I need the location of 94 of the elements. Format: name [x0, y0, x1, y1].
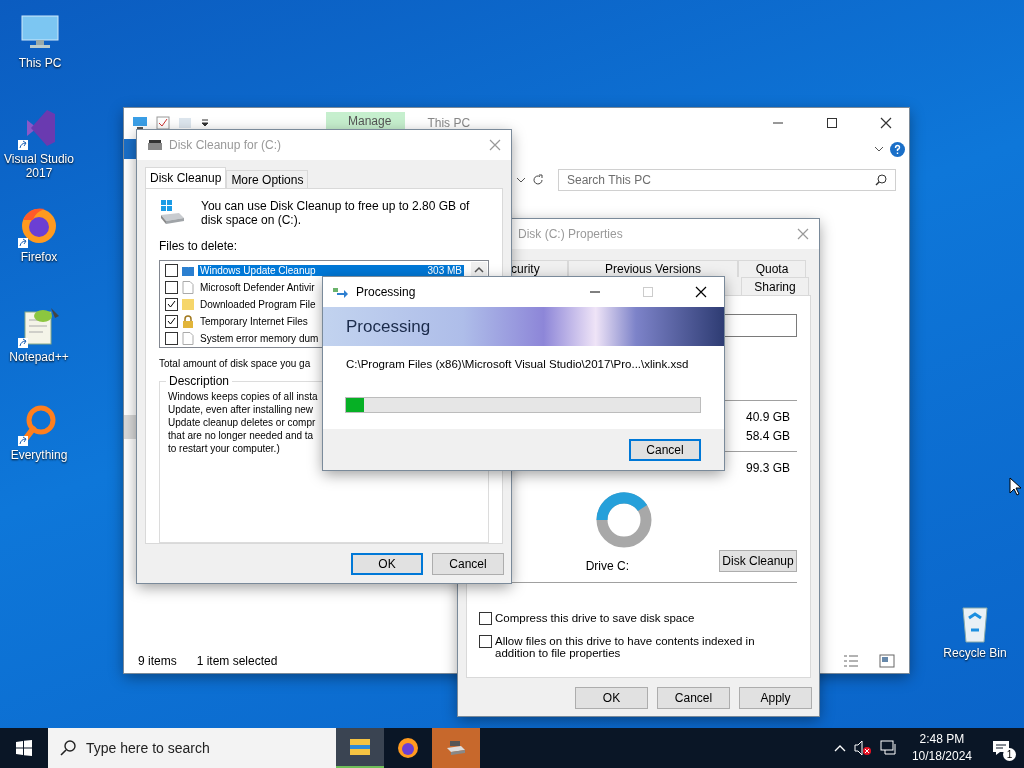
- help-icon[interactable]: [890, 141, 905, 157]
- clock-time[interactable]: 2:48 PM: [919, 731, 965, 748]
- option-label: Compress this drive to save disk space: [495, 612, 696, 624]
- tab[interactable]: Disk Cleanup: [145, 167, 227, 188]
- network-icon[interactable]: [879, 740, 898, 756]
- desktop-icon-label[interactable]: Notepad++: [9, 350, 69, 364]
- desktop-icon-label[interactable]: Everything: [10, 448, 68, 462]
- banner-heading: Processing: [323, 307, 724, 346]
- close-icon[interactable]: [880, 116, 892, 129]
- cursor-icon: [1009, 477, 1021, 496]
- taskbar-app[interactable]: [336, 728, 384, 768]
- update-icon: [182, 264, 194, 277]
- padlock-icon: [182, 315, 194, 328]
- checkbox[interactable]: [479, 635, 492, 648]
- dialog-button[interactable]: Cancel: [432, 553, 504, 575]
- drive-icon: [147, 139, 163, 151]
- checkbox[interactable]: [165, 264, 178, 277]
- dialog-button[interactable]: Cancel: [657, 687, 730, 709]
- description-line: that are no longer needed and ta: [168, 429, 314, 442]
- window-title: This PC: [427, 115, 472, 130]
- windows-logo-icon[interactable]: [16, 740, 32, 756]
- drive-label: Drive C:: [585, 559, 629, 573]
- close-icon[interactable]: [695, 286, 707, 298]
- refresh-icon[interactable]: [532, 174, 544, 186]
- list-item[interactable]: Downloaded Program File: [198, 299, 318, 310]
- window-title: Disk (C:) Properties: [518, 227, 623, 241]
- notification-badge: 1: [1003, 748, 1016, 761]
- option-label: Allow files on this drive to have contents indexed in addition to file properties: [495, 635, 756, 659]
- window-title: Disk Cleanup for (C:): [169, 138, 283, 152]
- checkbox[interactable]: [165, 298, 178, 311]
- search-icon: [60, 740, 76, 756]
- properties-icon[interactable]: [156, 115, 170, 130]
- shortcut-arrow-icon: [18, 338, 28, 348]
- list-item[interactable]: Windows Update Cleanup 303 MB: [198, 265, 464, 276]
- chevron-down-icon[interactable]: [874, 145, 884, 153]
- clock-date[interactable]: 10/18/2024: [911, 748, 972, 765]
- list-item[interactable]: System error memory dum: [198, 333, 321, 344]
- shortcut-arrow-icon: [18, 436, 28, 446]
- ribbon-tab[interactable]: Manage: [326, 112, 406, 129]
- checkbox[interactable]: [165, 332, 178, 345]
- description-line: Update, even after installing new: [168, 403, 314, 416]
- donut-chart-drawing: [594, 490, 654, 550]
- transfer-arrow-icon: [333, 286, 349, 298]
- intro-text: You can use Disk Cleanup to free up to 2.80 GB of disk space on (C:).: [201, 199, 471, 227]
- disk-cleanup-button[interactable]: Disk Cleanup: [719, 550, 797, 572]
- taskbar-app[interactable]: [432, 728, 480, 768]
- folder-icon: [182, 298, 194, 311]
- chevron-down-icon[interactable]: [516, 176, 526, 184]
- tab[interactable]: Sharing: [741, 277, 809, 295]
- search-field[interactable]: Search This PC: [558, 169, 896, 191]
- page-icon: [182, 281, 194, 294]
- chevron-up-icon[interactable]: [833, 744, 846, 752]
- description-line: Windows keeps copies of all insta: [168, 390, 318, 403]
- page-icon: [182, 332, 194, 345]
- maximize-icon[interactable]: [827, 117, 837, 128]
- files-label: Files to delete:: [159, 239, 239, 253]
- large-icons-view-icon[interactable]: [879, 654, 895, 668]
- list-item[interactable]: Microsoft Defender Antivir: [198, 282, 317, 293]
- shortcut-arrow-icon: [18, 140, 28, 150]
- windows-drive-icon: [159, 199, 185, 225]
- description-line: to restart your computer.): [168, 442, 280, 455]
- search-icon[interactable]: [875, 174, 887, 186]
- checkbox[interactable]: [165, 281, 178, 294]
- size-value: 40.9 GB: [745, 409, 790, 424]
- file-path: C:\Program Files (x86)\Microsoft Visual Studio\2017\Pro...\xlink.xsd: [346, 358, 690, 370]
- description-line: Update cleanup deletes or compr: [168, 416, 316, 429]
- fox-globe-icon: [396, 736, 420, 760]
- tab[interactable]: Quota: [738, 260, 806, 277]
- group-title: Description: [166, 374, 233, 388]
- desktop-icon-label[interactable]: Firefox: [20, 250, 58, 264]
- tab[interactable]: More Options: [226, 170, 309, 188]
- total-label: Total amount of disk space you ga: [159, 358, 311, 369]
- computer-icon: [132, 115, 148, 130]
- dialog-button[interactable]: OK: [575, 687, 648, 709]
- size-value: 99.3 GB: [745, 460, 790, 475]
- size-value: 58.4 GB: [745, 428, 790, 443]
- muted-speaker-icon[interactable]: [853, 740, 872, 756]
- checkbox[interactable]: [479, 612, 492, 625]
- shortcut-arrow-icon: [18, 238, 28, 248]
- status-text: 9 items: [138, 654, 177, 668]
- dialog-button[interactable]: Apply: [739, 687, 812, 709]
- window-title: Processing: [356, 285, 417, 299]
- desktop-icon-label[interactable]: This PC: [18, 56, 62, 70]
- folder-icon[interactable]: [178, 115, 192, 130]
- status-text: 1 item selected: [196, 654, 278, 668]
- dialog-button[interactable]: OK: [351, 553, 423, 575]
- dropdown-icon[interactable]: [200, 117, 210, 128]
- checkbox[interactable]: [165, 315, 178, 328]
- desktop-icon-label[interactable]: Visual Studio 2017: [1, 152, 77, 180]
- desktop-icon-label[interactable]: Recycle Bin: [943, 646, 1007, 660]
- list-item[interactable]: Temporary Internet Files: [198, 316, 310, 327]
- maximize-icon: [643, 287, 653, 297]
- search-field[interactable]: Type here to search: [48, 728, 336, 768]
- cancel-button[interactable]: Cancel: [629, 438, 701, 461]
